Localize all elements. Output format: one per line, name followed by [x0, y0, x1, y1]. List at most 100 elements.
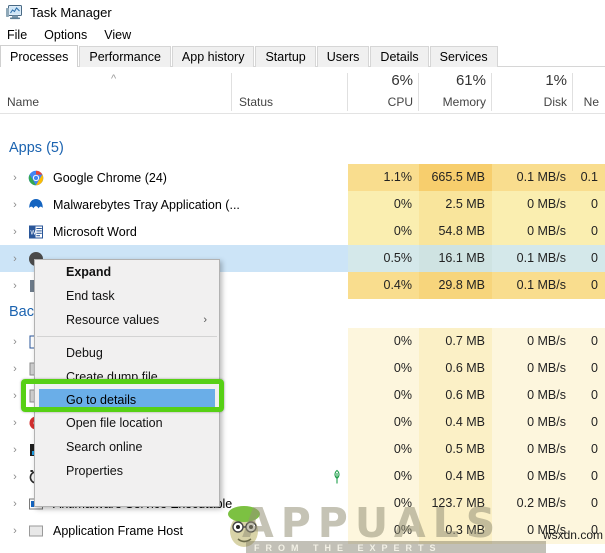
process-name-cell: › Application Frame Host [0, 517, 348, 544]
process-name-cell: › W Microsoft Word [0, 218, 348, 245]
chevron-right-icon[interactable]: › [9, 336, 21, 348]
menu-options[interactable]: Options [44, 28, 87, 42]
memory-cell: 16.1 MB [419, 245, 492, 272]
chevron-right-icon[interactable]: › [9, 498, 21, 510]
chevron-right-icon[interactable]: › [9, 390, 21, 402]
tab-details[interactable]: Details [370, 46, 429, 67]
tab-app-history[interactable]: App history [171, 46, 255, 67]
disk-cell: 0 MB/s [492, 355, 573, 382]
column-header-memory[interactable]: 61% Memory [419, 67, 492, 113]
menu-item-expand[interactable]: Expand [35, 260, 219, 284]
tab-strip: Processes Performance App history Startu… [0, 45, 605, 67]
table-row[interactable]: › Malwarebytes Tray Application (... 0% … [0, 191, 605, 218]
menu-item-properties[interactable]: Properties [35, 459, 219, 483]
network-cell: 0 [573, 409, 605, 436]
disk-cell: 0 MB/s [492, 409, 573, 436]
memory-cell: 0.7 MB [419, 328, 492, 355]
chevron-right-icon[interactable]: › [9, 444, 21, 456]
network-cell: 0 [573, 517, 605, 544]
memory-cell: 0.6 MB [419, 355, 492, 382]
disk-total-percent: 1% [545, 72, 567, 89]
chevron-right-icon[interactable]: › [9, 226, 21, 238]
menu-separator [37, 336, 217, 337]
network-cell: 0 [573, 382, 605, 409]
memory-cell: 0.4 MB [419, 409, 492, 436]
memory-cell: 0.3 MB [419, 517, 492, 544]
disk-cell: 0 MB/s [492, 517, 573, 544]
column-header-disk[interactable]: 1% Disk [492, 67, 573, 113]
table-row[interactable]: › Google Chrome (24) 1.1% 665.5 MB 0.1 M… [0, 164, 605, 191]
menu-item-end-task[interactable]: End task [35, 284, 219, 308]
chevron-right-icon[interactable]: › [9, 172, 21, 184]
menu-item-debug[interactable]: Debug [35, 341, 219, 365]
window-title: Task Manager [30, 5, 112, 20]
app-frame-host-icon [28, 523, 44, 539]
disk-cell: 0 MB/s [492, 463, 573, 490]
malwarebytes-icon [28, 197, 44, 213]
cpu-cell: 0% [348, 218, 419, 245]
column-header-status[interactable]: Status [232, 67, 348, 113]
cpu-cell: 0% [348, 463, 419, 490]
task-manager-icon [6, 5, 23, 20]
chevron-right-icon: › [203, 314, 207, 326]
memory-cell: 2.5 MB [419, 191, 492, 218]
memory-cell: 0.6 MB [419, 382, 492, 409]
process-name-label: Application Frame Host [53, 523, 183, 538]
process-name-label: Google Chrome (24) [53, 170, 167, 185]
memory-total-percent: 61% [455, 72, 486, 89]
network-cell: 0 [573, 191, 605, 218]
cpu-cell: 0% [348, 490, 419, 517]
menu-view[interactable]: View [104, 28, 131, 42]
disk-cell: 0.2 MB/s [492, 490, 573, 517]
menu-item-resource-values[interactable]: Resource values › [35, 308, 219, 332]
disk-cell: 0 MB/s [492, 218, 573, 245]
disk-cell: 0.1 MB/s [492, 164, 573, 191]
tab-performance[interactable]: Performance [79, 46, 171, 67]
tab-processes[interactable]: Processes [0, 45, 79, 67]
chevron-right-icon[interactable]: › [9, 253, 21, 265]
leaf-suspended-icon [330, 469, 344, 485]
title-bar: Task Manager [0, 0, 605, 25]
word-icon: W [28, 224, 44, 240]
disk-cell: 0.1 MB/s [492, 272, 573, 299]
network-cell: 0.1 [573, 164, 605, 191]
network-cell: 0 [573, 272, 605, 299]
task-manager-window: Task Manager File Options View Processes… [0, 0, 605, 553]
cpu-cell: 1.1% [348, 164, 419, 191]
column-header-network[interactable]: Ne [573, 67, 605, 113]
cpu-cell: 0% [348, 382, 419, 409]
chevron-right-icon[interactable]: › [9, 525, 21, 537]
cpu-cell: 0% [348, 355, 419, 382]
green-highlight-box [21, 379, 224, 412]
chevron-right-icon[interactable]: › [9, 199, 21, 211]
menu-item-open-file-location[interactable]: Open file location [35, 411, 219, 435]
table-row[interactable]: › Application Frame Host 0% 0.3 MB 0 MB/… [0, 517, 605, 544]
table-row[interactable]: › W Microsoft Word 0% 54.8 MB 0 MB/s 0 [0, 218, 605, 245]
menu-item-label: Resource values [66, 313, 160, 327]
tab-startup[interactable]: Startup [255, 46, 316, 67]
process-name-label: Microsoft Word [53, 224, 137, 239]
menu-file[interactable]: File [7, 28, 27, 42]
menu-item-search-online[interactable]: Search online [35, 435, 219, 459]
column-header-name[interactable]: Name [0, 67, 232, 113]
chevron-right-icon[interactable]: › [9, 363, 21, 375]
tab-services[interactable]: Services [429, 46, 498, 67]
column-header-cpu[interactable]: 6% CPU [348, 67, 419, 113]
disk-cell: 0 MB/s [492, 328, 573, 355]
chrome-icon [28, 170, 44, 186]
disk-cell: 0 MB/s [492, 382, 573, 409]
network-cell: 0 [573, 328, 605, 355]
memory-cell: 0.4 MB [419, 463, 492, 490]
chevron-right-icon[interactable]: › [9, 280, 21, 292]
apps-group-header[interactable]: Apps (5) [0, 135, 605, 164]
cpu-cell: 0% [348, 328, 419, 355]
memory-cell: 29.8 MB [419, 272, 492, 299]
cpu-cell: 0% [348, 191, 419, 218]
menu-bar: File Options View [0, 25, 605, 45]
process-name-cell: › Malwarebytes Tray Application (... [0, 191, 348, 218]
chevron-right-icon[interactable]: › [9, 417, 21, 429]
chevron-right-icon[interactable]: › [9, 471, 21, 483]
network-cell: 0 [573, 355, 605, 382]
tab-users[interactable]: Users [316, 46, 370, 67]
memory-cell: 665.5 MB [419, 164, 492, 191]
